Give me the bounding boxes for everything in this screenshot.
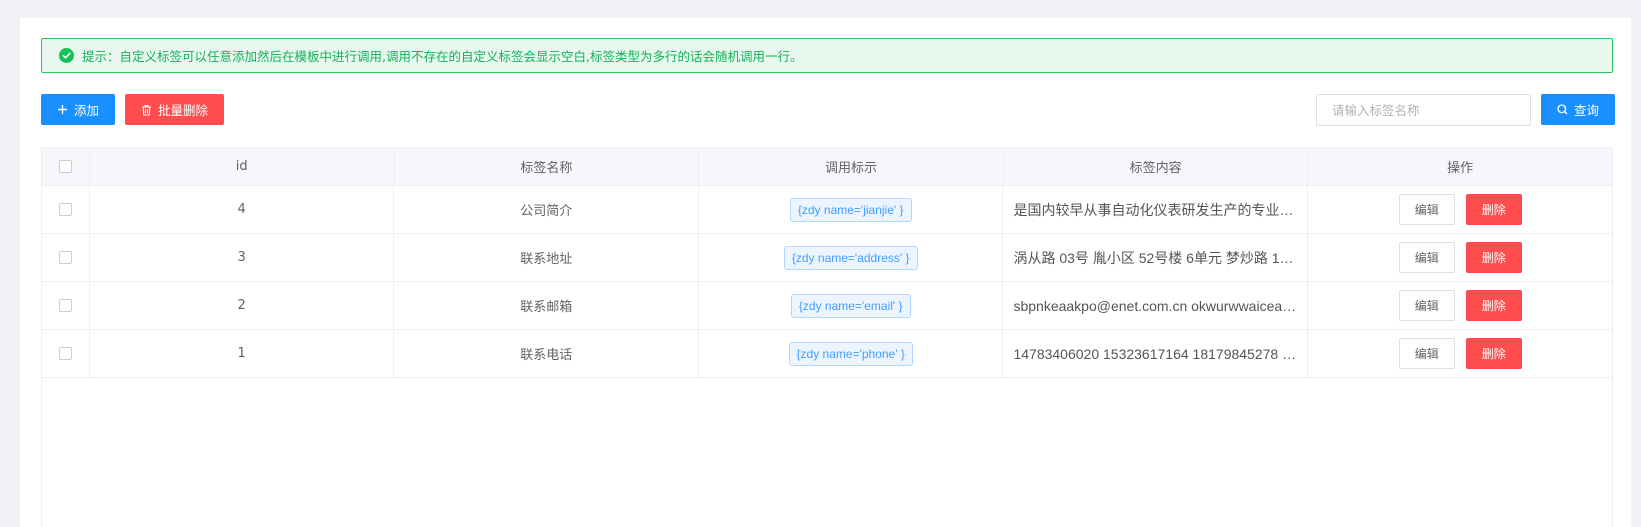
- delete-button[interactable]: 删除: [1465, 338, 1522, 369]
- header-select-all-cell: [42, 148, 90, 185]
- table-row: 3 联系地址 {zdy name='address' } 涡从路 03号 胤小区…: [42, 234, 1612, 282]
- batch-delete-button[interactable]: 批量删除: [125, 94, 224, 125]
- row-checkbox[interactable]: [58, 251, 72, 264]
- search-icon: [1557, 104, 1568, 115]
- batch-delete-label: 批量删除: [157, 103, 208, 118]
- row-call-code-cell: {zdy name='jianjie' }: [699, 186, 1004, 233]
- table-row: 2 联系邮箱 {zdy name='email' } sbpnkeaakpo@e…: [42, 282, 1612, 330]
- row-id: 4: [90, 186, 395, 233]
- row-actions: 编辑 删除: [1308, 186, 1612, 233]
- tag-name-search-input[interactable]: [1316, 94, 1531, 126]
- alert-text: 提示：自定义标签可以任意添加然后在模板中进行调用,调用不存在的自定义标签会显示空…: [82, 49, 803, 64]
- row-checkbox[interactable]: [58, 347, 72, 360]
- row-select-cell: [42, 234, 90, 281]
- row-id: 1: [90, 330, 395, 377]
- row-content: 是国内较早从事自动化仪表研发生产的专业企业，产品广泛应用于石油、化工、电力、冶金…: [1013, 201, 1298, 218]
- select-all-checkbox[interactable]: [58, 160, 72, 173]
- header-actions: 操作: [1447, 161, 1474, 176]
- call-code-tag: {zdy name='phone' }: [788, 341, 913, 366]
- header-id: id: [90, 148, 395, 185]
- plus-icon: [57, 104, 68, 115]
- edit-button[interactable]: 编辑: [1398, 194, 1455, 225]
- edit-button[interactable]: 编辑: [1398, 242, 1455, 273]
- row-content-cell: 是国内较早从事自动化仪表研发生产的专业企业，产品广泛应用于石油、化工、电力、冶金…: [1003, 186, 1309, 233]
- add-button[interactable]: 添加: [41, 94, 115, 125]
- row-content: sbpnkeaakpo@enet.com.cn okwurwwaicea@163…: [1013, 297, 1297, 314]
- delete-button[interactable]: 删除: [1465, 194, 1522, 225]
- row-call-code-cell: {zdy name='address' }: [699, 234, 1004, 281]
- row-content-cell: 涡从路 03号 胤小区 52号楼 6单元 梦炒路 1号 楼: [1003, 234, 1309, 281]
- edit-button[interactable]: 编辑: [1398, 290, 1455, 321]
- row-select-cell: [42, 186, 90, 233]
- call-code-tag: {zdy name='address' }: [783, 245, 918, 270]
- row-call-code-cell: {zdy name='email' }: [699, 282, 1004, 329]
- call-code-tag: {zdy name='jianjie' }: [789, 197, 912, 222]
- header-tag-content: 标签内容: [1004, 148, 1309, 185]
- row-id: 3: [90, 234, 395, 281]
- row-actions: 编辑 删除: [1308, 282, 1612, 329]
- tip-alert: 提示：自定义标签可以任意添加然后在模板中进行调用,调用不存在的自定义标签会显示空…: [41, 38, 1613, 73]
- row-select-cell: [42, 330, 90, 377]
- delete-button[interactable]: 删除: [1465, 290, 1522, 321]
- row-content-cell: sbpnkeaakpo@enet.com.cn okwurwwaicea@163…: [1003, 282, 1309, 329]
- delete-button[interactable]: 删除: [1465, 242, 1522, 273]
- row-content: 涡从路 03号 胤小区 52号楼 6单元 梦炒路 1号 楼: [1013, 249, 1298, 266]
- header-tag-name: 标签名称: [395, 148, 700, 185]
- row-tag-name: 联系地址: [394, 234, 699, 281]
- row-actions: 编辑 删除: [1308, 234, 1612, 281]
- row-call-code-cell: {zdy name='phone' }: [699, 330, 1004, 377]
- row-select-cell: [42, 282, 90, 329]
- trash-icon: [141, 104, 152, 116]
- row-checkbox[interactable]: [58, 203, 72, 216]
- row-actions: 编辑 删除: [1308, 330, 1612, 377]
- row-id: 2: [90, 282, 395, 329]
- edit-button[interactable]: 编辑: [1398, 338, 1455, 369]
- row-tag-name: 公司简介: [394, 186, 699, 233]
- table-row: 4 公司简介 {zdy name='jianjie' } 是国内较早从事自动化仪…: [42, 186, 1612, 234]
- search-button-label: 查询: [1573, 103, 1599, 118]
- row-tag-name: 联系邮箱: [394, 282, 699, 329]
- header-call-code: 调用标示: [699, 148, 1004, 185]
- row-content-cell: 14783406020 15323617164 18179845278 1351…: [1003, 330, 1309, 377]
- main-panel: 提示：自定义标签可以任意添加然后在模板中进行调用,调用不存在的自定义标签会显示空…: [20, 18, 1631, 527]
- check-circle-icon: [59, 48, 74, 63]
- table-header: id 标签名称 调用标示 标签内容 操作: [42, 148, 1612, 186]
- call-code-tag: {zdy name='email' }: [790, 293, 911, 318]
- search-button[interactable]: 查询: [1541, 94, 1615, 125]
- add-button-label: 添加: [73, 103, 99, 118]
- row-content: 14783406020 15323617164 18179845278 1351…: [1013, 345, 1298, 362]
- tag-table: id 标签名称 调用标示 标签内容 操作 4 公司简介 {zdy name='j…: [41, 147, 1613, 527]
- table-row: 1 联系电话 {zdy name='phone' } 14783406020 1…: [42, 330, 1612, 378]
- row-tag-name: 联系电话: [394, 330, 699, 377]
- row-checkbox[interactable]: [58, 299, 72, 312]
